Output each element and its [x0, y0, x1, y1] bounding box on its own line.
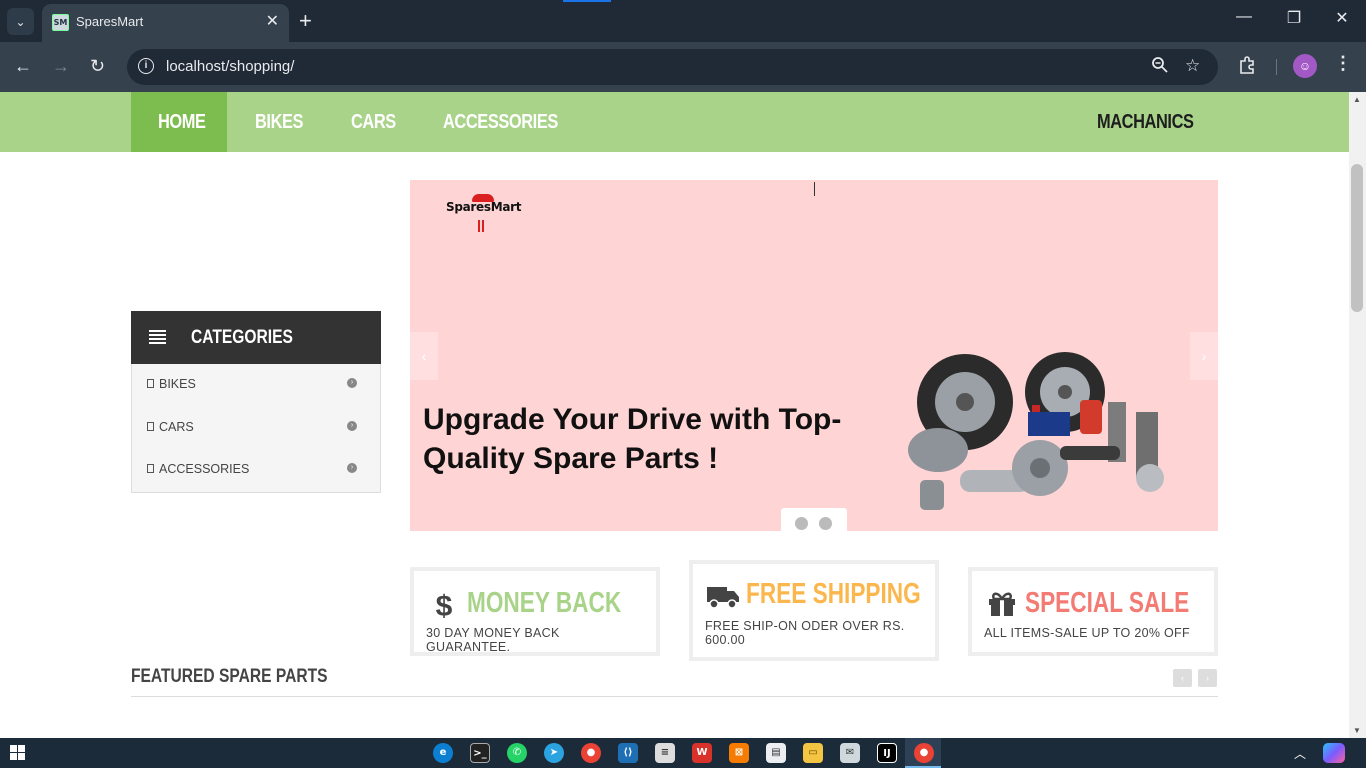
sparesmart-logo: SparesMart: [446, 194, 526, 238]
address-bar[interactable]: i localhost/shopping/ ☆: [127, 49, 1218, 85]
profile-avatar-icon[interactable]: ☺: [1293, 54, 1317, 78]
browser-tab[interactable]: SM SparesMart ✕: [42, 4, 289, 42]
browser-menu-icon[interactable]: ⋮: [1334, 53, 1352, 74]
favicon-icon: SM: [52, 14, 69, 31]
chevron-down-icon: ⌄: [15, 14, 26, 29]
mail-icon[interactable]: ✉: [840, 743, 860, 763]
category-label: ACCESSORIES: [159, 462, 250, 476]
truck-icon: [705, 582, 741, 618]
gift-icon: [984, 589, 1020, 625]
feature-subtitle: FREE SHIP-ON ODER OVER RS. 600.00: [705, 619, 905, 647]
category-label: CARS: [159, 420, 194, 434]
page-viewport: HOME BIKES CARS ACCESSORIES MACHANICS CA…: [0, 92, 1349, 738]
telegram-icon[interactable]: ➤: [544, 743, 564, 763]
whatsapp-icon[interactable]: ✆: [507, 743, 527, 763]
nav-cars[interactable]: CARS: [351, 92, 396, 152]
menu-bars-icon: [149, 330, 166, 344]
scroll-up-icon[interactable]: ▲: [1353, 95, 1361, 104]
categories-title: CATEGORIES: [191, 327, 293, 348]
chrome-icon[interactable]: ●: [581, 743, 601, 763]
nav-home[interactable]: HOME: [158, 92, 206, 152]
slider-dots: [781, 508, 847, 531]
text-cursor: [814, 182, 815, 196]
browser-tabstrip: ⌄ SM SparesMart ✕ + — ❐ ✕: [0, 0, 1366, 42]
tab-search-button[interactable]: ⌄: [7, 8, 34, 35]
toolbar-separator: [1276, 59, 1277, 75]
checkbox-icon: [147, 464, 154, 473]
chevron-right-icon: ›: [347, 421, 357, 431]
featured-prev-button[interactable]: ‹: [1173, 669, 1192, 687]
scroll-down-icon[interactable]: ▼: [1353, 726, 1361, 735]
checkbox-icon: [147, 422, 154, 431]
windows-start-icon[interactable]: [10, 745, 26, 761]
hero-banner: SparesMart ‹ › Upgrade Your Drive with T…: [410, 180, 1218, 531]
site-info-icon[interactable]: i: [138, 58, 154, 74]
logo-text: SparesMart: [446, 200, 522, 214]
nav-mechanics[interactable]: MACHANICS: [1097, 92, 1194, 152]
category-label: BIKES: [159, 377, 196, 391]
nav-accessories[interactable]: ACCESSORIES: [443, 92, 558, 152]
reload-icon[interactable]: ↻: [90, 56, 105, 76]
file-explorer-icon[interactable]: ▭: [803, 743, 823, 763]
bookmark-star-icon[interactable]: ☆: [1185, 56, 1200, 76]
xampp-icon[interactable]: ⊠: [729, 743, 749, 763]
slider-dot-1[interactable]: [795, 517, 808, 530]
zoom-icon[interactable]: [1151, 56, 1169, 79]
new-tab-button[interactable]: +: [299, 9, 312, 33]
extensions-icon[interactable]: [1238, 56, 1256, 79]
slider-dot-2[interactable]: [819, 517, 832, 530]
checkbox-icon: [147, 379, 154, 388]
logo-spring-icon: [478, 220, 484, 232]
feature-money-back: $ MONEY BACK 30 DAY MONEY BACK GUARANTEE…: [410, 567, 660, 656]
slider-prev-button[interactable]: ‹: [410, 332, 438, 380]
minimize-icon[interactable]: —: [1229, 8, 1259, 26]
chevron-right-icon: ›: [347, 463, 357, 473]
nav-bikes[interactable]: BIKES: [255, 92, 303, 152]
categories-header: CATEGORIES: [131, 311, 381, 364]
wps-office-icon[interactable]: W: [692, 743, 712, 763]
intellij-icon[interactable]: IJ: [877, 743, 897, 763]
feature-title: SPECIAL SALE: [1025, 587, 1190, 619]
edge-icon[interactable]: e: [433, 743, 453, 763]
feature-subtitle: 30 DAY MONEY BACK GUARANTEE.: [426, 626, 560, 654]
feature-free-shipping: FREE SHIPPING FREE SHIP-ON ODER OVER RS.…: [689, 560, 939, 661]
featured-next-button[interactable]: ›: [1198, 669, 1217, 687]
vscode-icon[interactable]: ⟨⟩: [618, 743, 638, 763]
tray-chevron-up-icon[interactable]: ︿: [1294, 745, 1306, 762]
terminal-icon[interactable]: >_: [470, 743, 490, 763]
tab-indicator: [563, 0, 611, 2]
installer-icon[interactable]: ▤: [766, 743, 786, 763]
close-tab-icon[interactable]: ✕: [266, 13, 279, 31]
copilot-icon[interactable]: [1323, 743, 1345, 763]
feature-special-sale: SPECIAL SALE ALL ITEMS-SALE UP TO 20% OF…: [968, 567, 1218, 656]
category-item-cars[interactable]: CARS ›: [132, 407, 380, 449]
feature-subtitle: ALL ITEMS-SALE UP TO 20% OFF: [984, 626, 1190, 640]
slider-next-button[interactable]: ›: [1190, 332, 1218, 380]
forward-icon[interactable]: →: [52, 56, 70, 76]
site-navbar: HOME BIKES CARS ACCESSORIES MACHANICS: [0, 92, 1349, 152]
dollar-icon: $: [435, 590, 453, 623]
scroll-thumb[interactable]: [1351, 164, 1363, 312]
windows-taskbar: e >_ ✆ ➤ ● ⟨⟩ ≡ W ⊠ ▤ ▭ ✉ IJ ● ︿: [0, 738, 1366, 768]
chevron-right-icon: ›: [347, 378, 357, 388]
featured-divider: [131, 696, 1218, 697]
url-text[interactable]: localhost/shopping/: [166, 58, 294, 75]
feature-title: MONEY BACK: [467, 587, 622, 619]
category-item-bikes[interactable]: BIKES ›: [132, 364, 380, 406]
category-item-accessories[interactable]: ACCESSORIES ›: [132, 449, 380, 491]
tab-title: SparesMart: [76, 14, 144, 29]
chrome-active-icon[interactable]: ●: [914, 743, 934, 763]
restore-icon[interactable]: ❐: [1279, 8, 1309, 28]
banner-headline: Upgrade Your Drive with Top-Quality Spar…: [423, 403, 842, 475]
page-scrollbar[interactable]: ▲ ▼: [1349, 92, 1366, 738]
feature-title: FREE SHIPPING: [746, 578, 921, 610]
notepad-icon[interactable]: ≡: [655, 743, 675, 763]
spare-parts-image: [908, 352, 1164, 510]
browser-toolbar: ← → ↻ i localhost/shopping/ ☆ ☺ ⋮: [0, 42, 1366, 92]
back-icon[interactable]: ←: [14, 56, 32, 76]
featured-title: FEATURED SPARE PARTS: [131, 666, 328, 687]
window-close-icon[interactable]: ✕: [1327, 8, 1357, 28]
categories-list: BIKES › CARS › ACCESSORIES ›: [131, 364, 381, 493]
